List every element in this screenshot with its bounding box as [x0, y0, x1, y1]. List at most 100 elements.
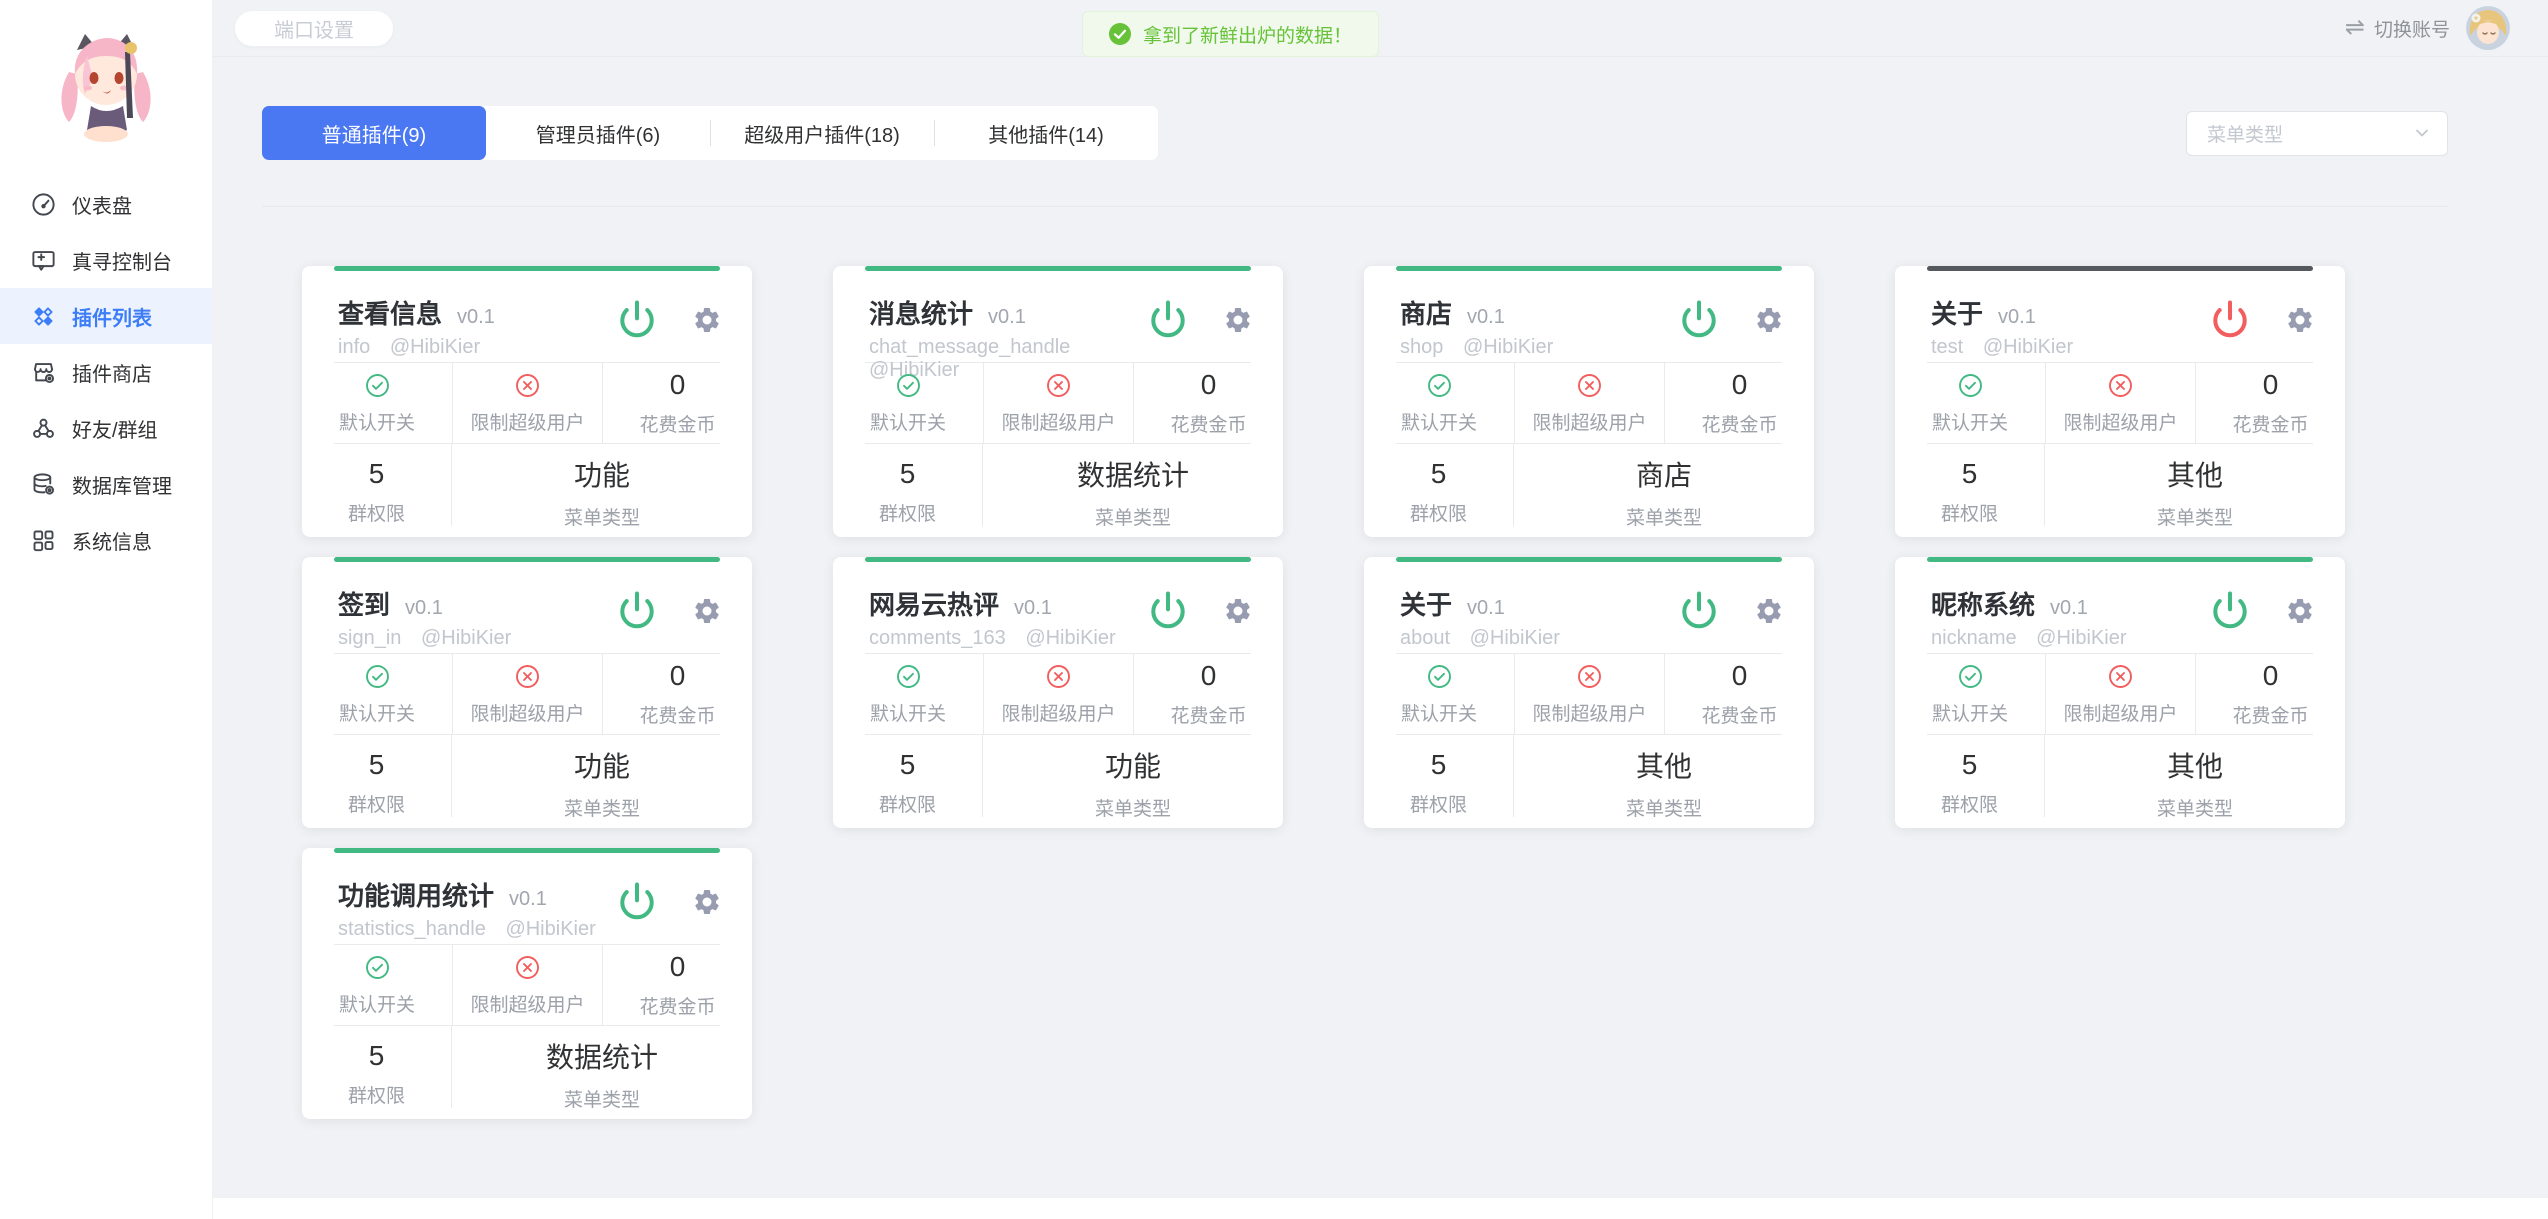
card-stats-row2: 5 群权限 其他 菜单类型: [1895, 444, 2345, 537]
plugin-author: @HibiKier: [2036, 627, 2126, 649]
tab-label: 管理员插件(6): [536, 119, 660, 148]
topbar: 端口设置 拿到了新鲜出炉的数据！ ⇌ 切换账号: [213, 0, 2548, 57]
plugin-status-bar: [334, 266, 720, 271]
plugin-card-grid: 查看信息 v0.1 info @HibiKier: [302, 266, 2448, 1149]
check-circle-icon: [1957, 663, 1984, 690]
stat-default-switch: 默认开关: [1364, 363, 1514, 443]
stat-group-level: 5 群权限: [833, 444, 983, 526]
plugin-module: nickname: [1931, 627, 2017, 649]
sidebar-item-system-info[interactable]: 系统信息: [0, 512, 212, 568]
settings-gear-icon[interactable]: [1223, 596, 1253, 626]
switch-account-label: 切换账号: [2374, 15, 2450, 42]
power-toggle-icon[interactable]: [616, 298, 658, 340]
settings-gear-icon[interactable]: [692, 596, 722, 626]
plugin-author: @HibiKier: [421, 627, 511, 649]
stat-cost-gold: 0 花费金币: [1133, 654, 1283, 734]
power-toggle-icon[interactable]: [1147, 298, 1189, 340]
card-header: 关于 v0.1 about @HibiKier: [1364, 557, 1814, 653]
plugin-module: info: [338, 336, 370, 358]
plugin-status-bar: [1396, 557, 1782, 562]
plugin-title: 网易云热评: [869, 585, 999, 622]
plugin-status-bar: [1396, 266, 1782, 271]
stat-default-switch: 默认开关: [302, 654, 452, 734]
x-circle-icon: [514, 372, 541, 399]
settings-gear-icon[interactable]: [1754, 596, 1784, 626]
tab-normal[interactable]: 普通插件(9): [262, 106, 486, 160]
power-toggle-icon[interactable]: [616, 880, 658, 922]
x-circle-icon: [2107, 663, 2134, 690]
card-stats-row1: 默认开关 限制超级用户 0 花费金币: [302, 945, 752, 1025]
check-circle-icon: [895, 372, 922, 399]
stat-cost-gold: 0 花费金币: [1664, 654, 1814, 734]
sidebar-item-plugin-store[interactable]: 插件商店: [0, 344, 212, 400]
power-toggle-icon[interactable]: [616, 589, 658, 631]
success-check-icon: [1109, 23, 1131, 45]
switch-account[interactable]: ⇌ 切换账号: [2345, 6, 2510, 50]
menu-type-select[interactable]: 菜单类型: [2186, 111, 2448, 156]
stat-default-switch: 默认开关: [302, 945, 452, 1025]
plugin-version: v0.1: [509, 888, 547, 911]
stat-limit-superuser: 限制超级用户: [1514, 654, 1664, 734]
plugin-version: v0.1: [1998, 306, 2036, 329]
stat-default-switch: 默认开关: [1895, 654, 2045, 734]
sidebar-item-plugin-list[interactable]: 插件列表: [0, 288, 212, 344]
settings-gear-icon[interactable]: [2285, 596, 2315, 626]
tab-label: 超级用户插件(18): [744, 119, 900, 148]
plugin-card: 消息统计 v0.1 chat_message_handle @HibiKier: [833, 266, 1283, 537]
stat-default-switch: 默认开关: [1895, 363, 2045, 443]
plugins-icon: [30, 303, 57, 330]
sidebar-item-label: 真寻控制台: [72, 246, 172, 275]
x-circle-icon: [1045, 663, 1072, 690]
x-circle-icon: [514, 954, 541, 981]
settings-gear-icon[interactable]: [1754, 305, 1784, 335]
tab-other[interactable]: 其他插件(14): [934, 106, 1158, 160]
stat-limit-superuser: 限制超级用户: [1514, 363, 1664, 443]
power-toggle-icon[interactable]: [1678, 589, 1720, 631]
stat-cost-gold: 0 花费金币: [2195, 654, 2345, 734]
plugin-tabs: 普通插件(9) 管理员插件(6) 超级用户插件(18) 其他插件(14): [262, 106, 1158, 160]
friends-icon: [30, 415, 57, 442]
power-toggle-icon[interactable]: [1678, 298, 1720, 340]
sidebar-item-database[interactable]: 数据库管理: [0, 456, 212, 512]
stat-group-level: 5 群权限: [833, 735, 983, 817]
plugin-module: about: [1400, 627, 1450, 649]
power-toggle-icon[interactable]: [2209, 298, 2251, 340]
settings-gear-icon[interactable]: [692, 887, 722, 917]
port-settings-button[interactable]: 端口设置: [234, 10, 394, 47]
plugin-card: 昵称系统 v0.1 nickname @HibiKier: [1895, 557, 2345, 828]
sidebar-item-dashboard[interactable]: 仪表盘: [0, 176, 212, 232]
app-root: 仪表盘 真寻控制台 插件列表 插件商店 好友/群组 数据库管理 系统信息 端口设…: [0, 0, 2548, 1219]
stat-group-level: 5 群权限: [302, 444, 452, 526]
bottom-strip: [213, 1198, 2548, 1219]
tab-admin[interactable]: 管理员插件(6): [486, 106, 710, 160]
tab-superuser[interactable]: 超级用户插件(18): [710, 106, 934, 160]
plugin-status-bar: [1927, 557, 2313, 562]
bot-avatar: [0, 0, 212, 160]
sidebar-item-friends-groups[interactable]: 好友/群组: [0, 400, 212, 456]
plugin-module: shop: [1400, 336, 1443, 358]
card-stats-row1: 默认开关 限制超级用户 0 花费金币: [302, 363, 752, 443]
stat-menu-type: 其他 菜单类型: [1514, 735, 1814, 837]
gauge-icon: [30, 191, 57, 218]
sidebar: 仪表盘 真寻控制台 插件列表 插件商店 好友/群组 数据库管理 系统信息: [0, 0, 213, 1219]
sidebar-item-console[interactable]: 真寻控制台: [0, 232, 212, 288]
stat-limit-superuser: 限制超级用户: [2045, 654, 2195, 734]
user-avatar[interactable]: [2466, 6, 2510, 50]
stat-default-switch: 默认开关: [1364, 654, 1514, 734]
check-circle-icon: [1426, 372, 1453, 399]
plugin-version: v0.1: [988, 306, 1026, 329]
store-icon: [30, 359, 57, 386]
menu-type-placeholder: 菜单类型: [2207, 120, 2413, 147]
power-toggle-icon[interactable]: [2209, 589, 2251, 631]
settings-gear-icon[interactable]: [2285, 305, 2315, 335]
settings-gear-icon[interactable]: [1223, 305, 1253, 335]
power-toggle-icon[interactable]: [1147, 589, 1189, 631]
card-header: 网易云热评 v0.1 comments_163 @HibiKier: [833, 557, 1283, 653]
stat-default-switch: 默认开关: [833, 654, 983, 734]
settings-gear-icon[interactable]: [692, 305, 722, 335]
card-stats-row2: 5 群权限 数据统计 菜单类型: [302, 1026, 752, 1119]
plugin-status-bar: [334, 848, 720, 853]
sidebar-item-label: 插件列表: [72, 302, 152, 331]
stat-cost-gold: 0 花费金币: [2195, 363, 2345, 443]
content: 普通插件(9) 管理员插件(6) 超级用户插件(18) 其他插件(14) 菜单类…: [213, 57, 2548, 1198]
